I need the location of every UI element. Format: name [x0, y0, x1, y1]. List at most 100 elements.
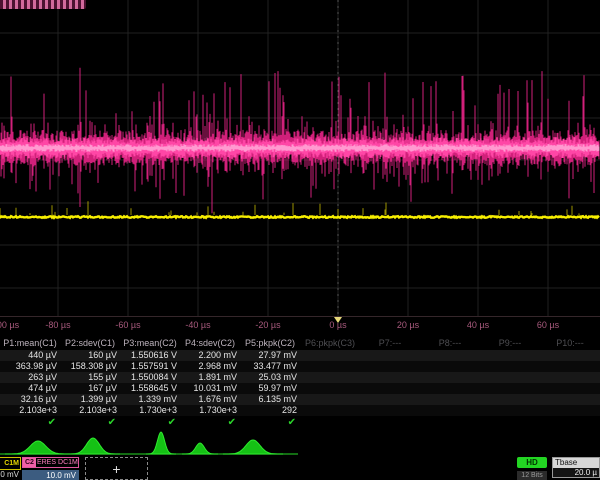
channel-c1-descriptor-box[interactable]: C1M	[0, 457, 21, 470]
cropped-top-label	[0, 0, 86, 9]
bottom-toolbar: C1M 0 mV C2 ERES DC1M 10.0 mV + HD 12 Bi…	[0, 455, 600, 480]
param-num-cell-3: 1.730e+3	[120, 405, 180, 416]
param-row-num: 2.103e+32.103e+31.730e+31.730e+3292	[0, 405, 600, 416]
param-mean-cell-3: 1.557591 V	[120, 361, 180, 372]
param-header-3[interactable]: P3:mean(C2)	[120, 337, 180, 350]
param-row-value: 440 µV160 µV1.550616 V2.200 mV27.97 mV	[0, 350, 600, 361]
param-num-cell-10	[540, 405, 600, 416]
waveform-display[interactable]	[0, 0, 600, 318]
param-max-cell-7	[360, 383, 420, 394]
param-sdev-cell-1: 32.16 µV	[0, 394, 60, 405]
channel-c2-coupling-label: DC1M	[57, 458, 79, 467]
param-sdev-cell-5: 6.135 mV	[240, 394, 300, 405]
param-min-cell-6	[300, 372, 360, 383]
param-row-status: ✔✔✔✔✔	[0, 416, 600, 430]
param-value-cell-6	[300, 350, 360, 361]
param-status-cell-4: ✔	[180, 416, 240, 430]
channel-c2-descriptor-box[interactable]: C2 ERES DC1M	[22, 457, 79, 468]
param-num-cell-5: 292	[240, 405, 300, 416]
param-max-cell-9	[480, 383, 540, 394]
param-min-cell-10	[540, 372, 600, 383]
param-min-cell-1: 263 µV	[0, 372, 60, 383]
param-min-cell-9	[480, 372, 540, 383]
param-value-cell-2: 160 µV	[60, 350, 120, 361]
param-status-cell-10	[540, 416, 600, 430]
param-max-cell-5: 59.97 mV	[240, 383, 300, 394]
param-sdev-cell-4: 1.676 mV	[180, 394, 240, 405]
param-mean-cell-4: 2.968 mV	[180, 361, 240, 372]
oscilloscope-screen: 00 µs-80 µs-60 µs-40 µs-20 µs0 µs20 µs40…	[0, 0, 600, 480]
channel-c2-vdiv-value[interactable]: 10.0 mV	[22, 470, 79, 480]
timebase-box[interactable]: Tbase 20.0 µ	[552, 457, 600, 478]
param-sdev-cell-7	[360, 394, 420, 405]
time-axis-label-2: -60 µs	[115, 320, 140, 330]
param-max-cell-6	[300, 383, 360, 394]
param-header-8[interactable]: P8:---	[420, 337, 480, 350]
param-max-cell-2: 167 µV	[60, 383, 120, 394]
time-axis-label-8: 60 µs	[537, 320, 559, 330]
param-header-1[interactable]: P1:mean(C1)	[0, 337, 60, 350]
param-header-9[interactable]: P9:---	[480, 337, 540, 350]
param-status-cell-3: ✔	[120, 416, 180, 430]
param-value-cell-8	[420, 350, 480, 361]
param-max-cell-4: 10.031 mV	[180, 383, 240, 394]
param-header-10[interactable]: P10:---	[540, 337, 600, 350]
param-num-cell-2: 2.103e+3	[60, 405, 120, 416]
hd-mode-badge[interactable]: HD	[517, 457, 547, 468]
param-header-4[interactable]: P4:sdev(C2)	[180, 337, 240, 350]
time-axis-label-4: -20 µs	[255, 320, 280, 330]
param-sdev-cell-8	[420, 394, 480, 405]
param-min-cell-7	[360, 372, 420, 383]
param-num-cell-7	[360, 405, 420, 416]
param-value-cell-9	[480, 350, 540, 361]
add-trace-button[interactable]: +	[85, 457, 148, 480]
param-header-6[interactable]: P6:pkpk(C3)	[300, 337, 360, 350]
timebase-title: Tbase	[553, 458, 599, 468]
param-min-cell-8	[420, 372, 480, 383]
time-axis-label-7: 40 µs	[467, 320, 489, 330]
param-max-cell-10	[540, 383, 600, 394]
param-num-cell-6	[300, 405, 360, 416]
param-num-cell-4: 1.730e+3	[180, 405, 240, 416]
channel-c2-eres-label: ERES	[36, 458, 57, 467]
param-row-sdev: 32.16 µV1.399 µV1.339 mV1.676 mV6.135 mV	[0, 394, 600, 405]
param-value-cell-4: 2.200 mV	[180, 350, 240, 361]
param-max-cell-3: 1.558645 V	[120, 383, 180, 394]
timebase-value: 20.0 µ	[553, 468, 599, 477]
time-axis-label-5: 0 µs	[329, 320, 346, 330]
channel-c2-name-chip: C2	[23, 458, 36, 467]
histicon-4	[182, 443, 218, 454]
param-sdev-cell-3: 1.339 mV	[120, 394, 180, 405]
param-value-cell-3: 1.550616 V	[120, 350, 180, 361]
param-status-cell-1: ✔	[0, 416, 60, 430]
time-axis-label-1: -80 µs	[45, 320, 70, 330]
param-sdev-cell-9	[480, 394, 540, 405]
param-row-min: 263 µV155 µV1.550084 V1.891 mV25.03 mV	[0, 372, 600, 383]
param-mean-cell-1: 363.98 µV	[0, 361, 60, 372]
param-header-7[interactable]: P7:---	[360, 337, 420, 350]
param-mean-cell-9	[480, 361, 540, 372]
measurement-table: P1:mean(C1)P2:sdev(C1)P3:mean(C2)P4:sdev…	[0, 337, 600, 430]
param-min-cell-4: 1.891 mV	[180, 372, 240, 383]
parameter-histicons	[0, 430, 600, 455]
histicon-3	[146, 432, 176, 454]
param-max-cell-1: 474 µV	[0, 383, 60, 394]
param-mean-cell-6	[300, 361, 360, 372]
histicon-2	[66, 438, 120, 454]
param-sdev-cell-10	[540, 394, 600, 405]
param-min-cell-2: 155 µV	[60, 372, 120, 383]
param-header-5[interactable]: P5:pkpk(C2)	[240, 337, 300, 350]
param-value-cell-7	[360, 350, 420, 361]
param-mean-cell-10	[540, 361, 600, 372]
param-value-cell-10	[540, 350, 600, 361]
param-row-mean: 363.98 µV158.308 µV1.557591 V2.968 mV33.…	[0, 361, 600, 372]
channel-c1-vdiv-value[interactable]: 0 mV	[0, 470, 19, 480]
param-status-cell-2: ✔	[60, 416, 120, 430]
param-status-cell-9	[480, 416, 540, 430]
param-header-2[interactable]: P2:sdev(C1)	[60, 337, 120, 350]
param-min-cell-3: 1.550084 V	[120, 372, 180, 383]
param-mean-cell-8	[420, 361, 480, 372]
param-num-cell-9	[480, 405, 540, 416]
param-status-cell-6	[300, 416, 360, 430]
param-num-cell-8	[420, 405, 480, 416]
